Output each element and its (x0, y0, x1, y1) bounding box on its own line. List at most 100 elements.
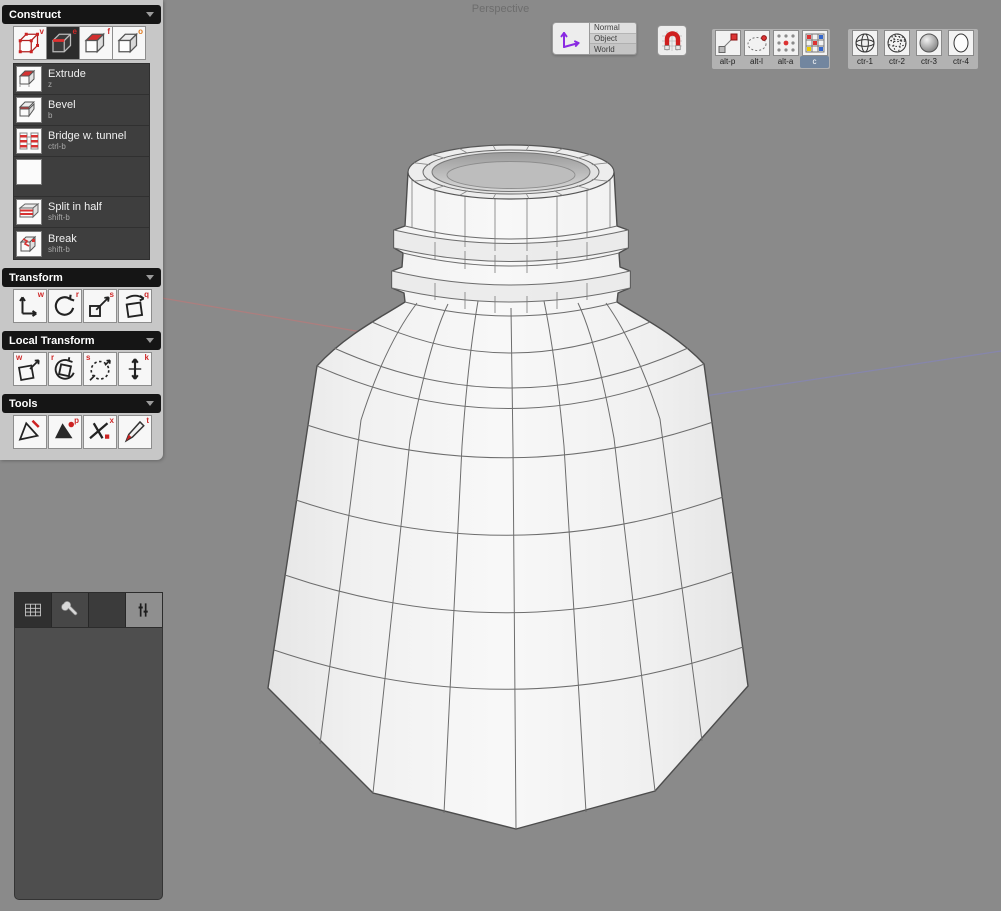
snap-line-icon (745, 31, 769, 55)
chevron-down-icon (146, 275, 154, 280)
empty-slot-icon (16, 159, 42, 185)
ctr3-label: ctr-3 (921, 57, 937, 66)
editor-panel-body[interactable] (14, 627, 163, 900)
tool-shortcut: shift-b (48, 213, 70, 222)
wrench-icon (61, 601, 78, 616)
local-scale-button[interactable]: s (83, 352, 117, 386)
chevron-down-icon (146, 401, 154, 406)
display-dotted-sphere-button[interactable] (884, 30, 910, 56)
coordinate-space-options: Normal Object World (590, 22, 637, 55)
bevel-icon (16, 97, 42, 123)
transform-key: w (37, 290, 44, 299)
tab-blank[interactable] (89, 593, 126, 627)
coordinate-space-button[interactable] (552, 22, 590, 55)
transform-scale-button[interactable]: s (83, 289, 117, 323)
local-rotate-button[interactable]: r (48, 352, 82, 386)
local-axis-button[interactable]: k (118, 352, 152, 386)
tool-label: Extrude (48, 68, 86, 80)
tool-key: x (109, 416, 114, 425)
tool-break[interactable]: Break shift-b (14, 228, 149, 259)
local-key: k (144, 353, 149, 362)
local-transform-row: w r s k (13, 352, 152, 386)
tool-shortcut: ctrl-b (48, 142, 66, 151)
tab-properties[interactable] (126, 593, 162, 627)
mode-key: v (39, 27, 44, 36)
space-option-world[interactable]: World (590, 43, 636, 54)
break-icon (16, 230, 42, 257)
space-option-normal[interactable]: Normal (590, 23, 636, 33)
magnet-icon (659, 28, 685, 54)
transform-row: w r s q (13, 289, 152, 323)
tool-topology-button[interactable]: t (118, 415, 152, 449)
construct-tool-list: Extrude z Bevel b Bridge w. tunnel ctrl-… (13, 63, 150, 260)
tool-empty-slot[interactable] (14, 157, 149, 197)
editor-tab-strip (14, 592, 163, 627)
mode-key: f (107, 27, 110, 36)
snap-c-label: c (800, 56, 829, 68)
snap-line-label: alt-l (750, 57, 763, 66)
app-window: Perspective Normal Object World alt-p al… (0, 0, 1001, 911)
tool-key: t (146, 416, 149, 425)
tool-tweak-button[interactable] (13, 415, 47, 449)
panel-header-transform[interactable]: Transform (2, 268, 161, 287)
snap-mode-group: alt-p alt-l alt-a c (711, 28, 831, 70)
snap-grid-button[interactable] (801, 30, 828, 56)
chevron-down-icon (146, 12, 154, 17)
transform-key: q (144, 290, 149, 299)
display-wire-sphere-button[interactable] (852, 30, 878, 56)
snap-point-button[interactable] (714, 30, 741, 56)
axis-line-x (149, 295, 363, 333)
tool-bridge[interactable]: Bridge w. tunnel ctrl-b (14, 126, 149, 157)
transform-move-button[interactable]: w (13, 289, 47, 323)
panel-header-local-transform[interactable]: Local Transform (2, 331, 161, 350)
mode-object-button[interactable]: o (112, 26, 146, 60)
tab-settings-wrench[interactable] (52, 593, 89, 627)
tool-cut-button[interactable]: x (83, 415, 117, 449)
local-transform-title: Local Transform (9, 334, 95, 347)
panel-header-construct[interactable]: Construct (2, 5, 161, 24)
extrude-icon (16, 66, 42, 92)
jar-model[interactable] (267, 144, 749, 830)
tool-label: Bevel (48, 99, 76, 111)
mode-face-button[interactable]: f (79, 26, 113, 60)
transform-free-button[interactable]: q (118, 289, 152, 323)
display-solid-sphere-button[interactable] (916, 30, 942, 56)
display-smooth-sphere-button[interactable] (948, 30, 974, 56)
coordinate-space-widget: Normal Object World (552, 22, 637, 55)
local-move-button[interactable]: w (13, 352, 47, 386)
snap-area-label: alt-a (777, 57, 794, 66)
snap-area-icon (774, 31, 798, 55)
transform-rotate-button[interactable]: r (48, 289, 82, 323)
subdivision-display-group: ctr-1 ctr-2 ctr-3 ctr-4 (847, 28, 979, 70)
axis-arrows-icon (556, 26, 586, 52)
snap-point-icon (716, 31, 740, 55)
space-option-object[interactable]: Object (590, 32, 636, 44)
chevron-down-icon (146, 338, 154, 343)
mode-edge-button[interactable]: e (46, 26, 80, 60)
tool-paint-button[interactable]: p (48, 415, 82, 449)
local-key: s (86, 353, 91, 362)
tool-shortcut: shift-b (48, 244, 70, 254)
wire-sphere-icon (853, 31, 877, 55)
tool-split-in-half[interactable]: Split in half shift-b (14, 197, 149, 228)
snap-magnet-button[interactable] (657, 25, 687, 56)
mode-vertex-button[interactable]: v (13, 26, 47, 60)
editor-panel (14, 592, 163, 900)
tab-scene-grid[interactable] (15, 593, 52, 627)
transform-title: Transform (9, 271, 63, 284)
solid-sphere-icon (917, 31, 941, 55)
snap-point-label: alt-p (719, 57, 736, 66)
tool-extrude[interactable]: Extrude z (14, 64, 149, 95)
left-toolbox: Construct v e f o Extrude z Bevel b Brid… (0, 0, 163, 460)
tools-row: p x t (13, 415, 152, 449)
snap-grid-icon (803, 31, 827, 55)
dotted-sphere-icon (885, 31, 909, 55)
panel-header-tools[interactable]: Tools (2, 394, 161, 413)
snap-line-button[interactable] (743, 30, 770, 56)
snap-area-button[interactable] (772, 30, 799, 56)
axis-line-z (697, 350, 1001, 398)
mode-key: e (72, 27, 77, 36)
bridge-icon (16, 128, 42, 154)
tool-key: p (74, 416, 79, 425)
tool-bevel[interactable]: Bevel b (14, 95, 149, 126)
